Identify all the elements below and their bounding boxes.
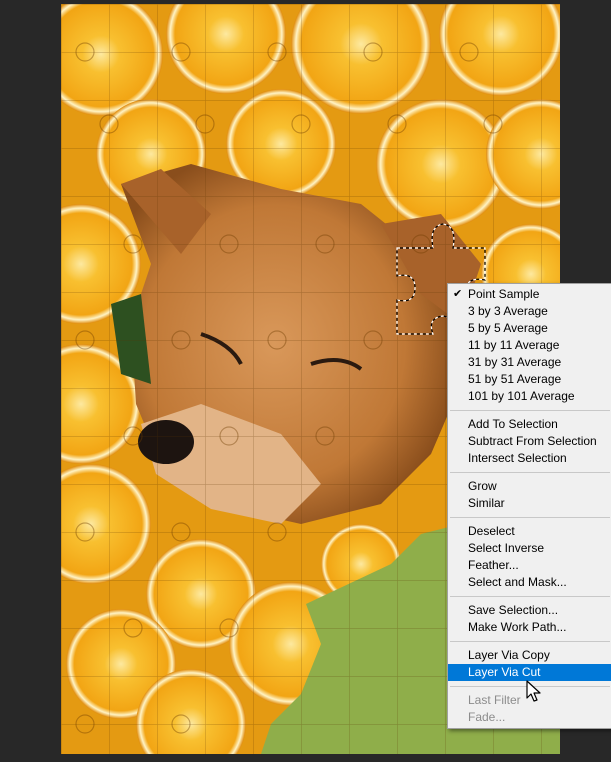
menu-item-label: Save Selection... [468,603,559,617]
menu-item-label: Grow [468,479,497,493]
menu-item-layer-via-cut[interactable]: Layer Via Cut [448,664,611,681]
menu-item-label: Select Inverse [468,541,545,555]
menu-item-label: Point Sample [468,287,540,301]
menu-item-label: Make Work Path... [468,620,567,634]
menu-item-make-work-path[interactable]: Make Work Path... [448,619,611,636]
menu-item-label: Select and Mask... [468,575,567,589]
menu-item-5-by-5-average[interactable]: 5 by 5 Average [448,320,611,337]
menu-item-label: Layer Via Copy [468,648,550,662]
menu-item-31-by-31-average[interactable]: 31 by 31 Average [448,354,611,371]
menu-separator [450,641,610,642]
menu-item-label: 11 by 11 Average [468,338,560,352]
menu-separator [450,596,610,597]
menu-item-subtract-from-selection[interactable]: Subtract From Selection [448,433,611,450]
menu-separator [450,410,610,411]
menu-item-label: Similar [468,496,505,510]
menu-item-101-by-101-average[interactable]: 101 by 101 Average [448,388,611,405]
menu-separator [450,517,610,518]
menu-separator [450,472,610,473]
menu-item-select-and-mask[interactable]: Select and Mask... [448,574,611,591]
menu-item-deselect[interactable]: Deselect [448,523,611,540]
menu-item-label: Deselect [468,524,515,538]
menu-item-label: Add To Selection [468,417,558,431]
menu-item-feather[interactable]: Feather... [448,557,611,574]
menu-item-grow[interactable]: Grow [448,478,611,495]
menu-item-save-selection[interactable]: Save Selection... [448,602,611,619]
menu-item-label: 51 by 51 Average [468,372,562,386]
menu-item-3-by-3-average[interactable]: 3 by 3 Average [448,303,611,320]
menu-item-11-by-11-average[interactable]: 11 by 11 Average [448,337,611,354]
menu-item-add-to-selection[interactable]: Add To Selection [448,416,611,433]
menu-item-layer-via-copy[interactable]: Layer Via Copy [448,647,611,664]
menu-item-label: 5 by 5 Average [468,321,548,335]
menu-item-label: Layer Via Cut [468,665,541,679]
mouse-pointer-icon [526,680,541,702]
context-menu: ✔ Point Sample 3 by 3 Average 5 by 5 Averag… [447,283,611,729]
menu-item-51-by-51-average[interactable]: 51 by 51 Average [448,371,611,388]
menu-item-label: Subtract From Selection [468,434,597,448]
checkmark-icon: ✔ [453,288,463,300]
menu-item-label: 3 by 3 Average [468,304,548,318]
menu-item-similar[interactable]: Similar [448,495,611,512]
menu-item-select-inverse[interactable]: Select Inverse [448,540,611,557]
menu-item-intersect-selection[interactable]: Intersect Selection [448,450,611,467]
menu-item-fade: Fade... [448,709,611,726]
menu-item-label: Intersect Selection [468,451,567,465]
menu-item-label: Last Filter [468,693,521,707]
menu-item-label: Feather... [468,558,519,572]
menu-item-label: 31 by 31 Average [468,355,562,369]
menu-item-point-sample[interactable]: ✔ Point Sample [448,286,611,303]
menu-item-label: Fade... [468,710,506,724]
menu-item-label: 101 by 101 Average [468,389,575,403]
